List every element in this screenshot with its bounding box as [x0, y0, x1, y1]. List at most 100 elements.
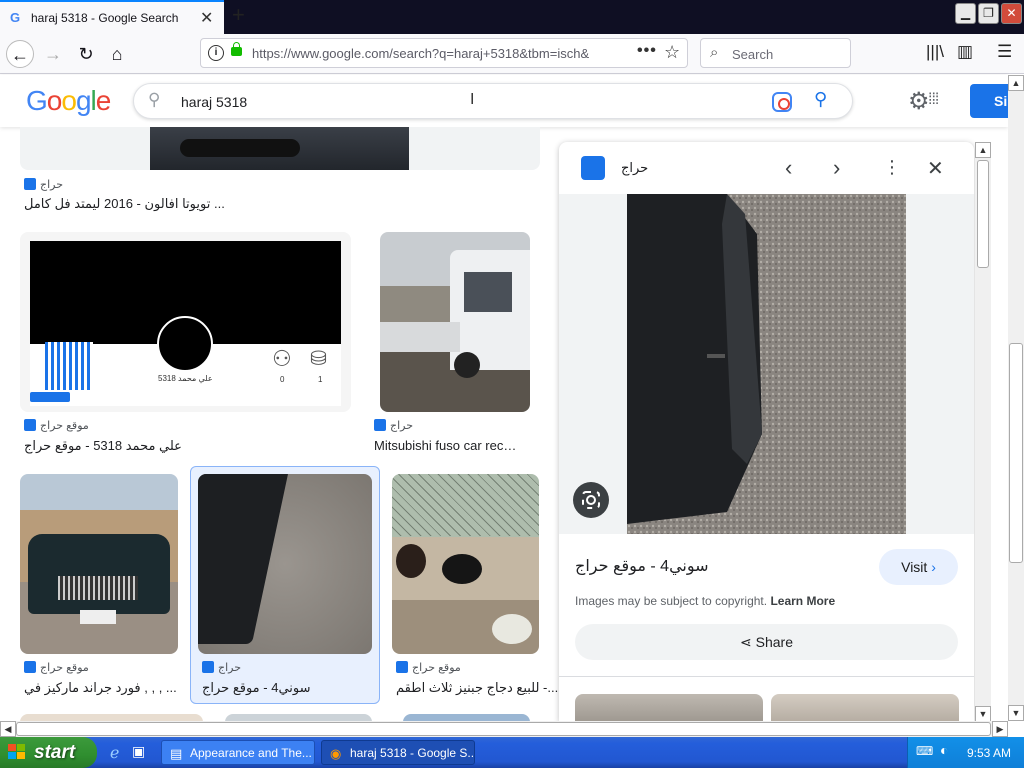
info-icon[interactable]: i — [208, 45, 224, 61]
result-image-avalon[interactable] — [20, 127, 540, 170]
stat-followers: 0 — [280, 375, 285, 384]
library-icon[interactable]: |||\ — [926, 42, 944, 62]
horizontal-scrollbar[interactable] — [0, 721, 1008, 737]
visual-search-lens-icon[interactable] — [573, 482, 609, 518]
sign-in-button[interactable]: Si — [970, 84, 1010, 118]
address-bar[interactable]: i https://www.google.com/search?q=haraj+… — [200, 38, 688, 68]
clock[interactable]: 9:53 AM — [967, 746, 1011, 760]
ads-icon: ⛁ — [310, 348, 327, 370]
bookmark-star-icon[interactable]: ☆ — [664, 42, 680, 63]
result-title[interactable]: سوني4 - موقع حراج — [202, 680, 311, 696]
search-submit-icon[interactable]: ⚲ — [814, 89, 827, 110]
tab-close-icon[interactable]: ✕ — [200, 8, 213, 28]
result-source[interactable]: حراج — [374, 419, 413, 432]
panel-scrollbar-thumb[interactable] — [977, 160, 989, 268]
haraj-favicon-icon — [24, 661, 36, 673]
page-scrollbar[interactable] — [1008, 75, 1024, 721]
menu-icon[interactable]: ☰ — [997, 42, 1012, 62]
result-image-car[interactable] — [20, 474, 178, 654]
google-lens-icon[interactable] — [772, 92, 792, 112]
window-close-button[interactable]: ✕ — [1001, 3, 1022, 24]
settings-gear-icon[interactable]: ⚙ — [908, 87, 930, 116]
result-image-profile[interactable]: علي محمد 5318 ⚇ ⛁ 0 1 — [20, 232, 351, 412]
new-tab-icon[interactable]: + — [232, 4, 245, 26]
firefox-icon: ◉ — [330, 746, 342, 761]
result-source[interactable]: موقع حراج — [396, 661, 461, 674]
page-scroll-down-icon[interactable]: ▼ — [1008, 705, 1024, 721]
search-icon: ⚲ — [148, 90, 161, 109]
browser-search-placeholder: Search — [732, 47, 774, 62]
result-title[interactable]: للبيع دجاج جبنيز ثلاث اطقم -... — [396, 680, 558, 696]
scroll-down-arrow-icon[interactable]: ▼ — [975, 706, 991, 722]
navigation-toolbar: ← → ↻ ⌂ i https://www.google.com/search?… — [0, 34, 1024, 74]
related-image[interactable] — [771, 694, 959, 722]
windows-taskbar: start ℯ ▣ ▤ Appearance and The... ◉ haraj … — [0, 737, 1024, 768]
visit-button[interactable]: Visit › — [879, 549, 958, 585]
result-source[interactable]: حراج — [202, 661, 241, 674]
panel-image-title[interactable]: سوني4 - موقع حراج — [575, 556, 709, 576]
lock-icon[interactable] — [231, 42, 242, 56]
desktop-quicklaunch-icon[interactable]: ▣ — [132, 743, 145, 760]
profile-name: علي محمد 5318 — [158, 374, 213, 383]
result-source[interactable]: حراج — [24, 178, 63, 191]
image-preview-panel: حراج ‹ › ⋮ ✕ سوني4 - موقع حراج Visit › I… — [559, 142, 974, 722]
stat-ads: 1 — [318, 375, 323, 384]
more-options-icon[interactable]: ⋮ — [883, 157, 901, 178]
google-favicon-icon: G — [10, 10, 21, 25]
page-scrollbar-thumb[interactable] — [1009, 343, 1023, 563]
related-image[interactable] — [575, 694, 763, 722]
result-image-chickens[interactable] — [392, 474, 539, 654]
scroll-up-arrow-icon[interactable]: ▲ — [975, 142, 991, 158]
taskbar-item-appearance[interactable]: ▤ Appearance and The... — [161, 740, 315, 765]
volume-icon[interactable]: ◐ — [940, 742, 948, 758]
result-image-ps4[interactable] — [198, 474, 372, 654]
back-arrow-icon[interactable]: ← — [6, 40, 34, 68]
panel-header: حراج ‹ › ⋮ ✕ — [559, 142, 974, 194]
horizontal-scrollbar-thumb[interactable] — [16, 722, 991, 736]
next-chevron-icon[interactable]: › — [833, 155, 840, 181]
apps-grid-icon[interactable]: ⁞⁞⁞ — [928, 91, 939, 109]
tab-title: haraj 5318 - Google Search — [31, 11, 179, 25]
result-source[interactable]: موقع حراج — [24, 661, 89, 674]
control-panel-icon: ▤ — [170, 746, 183, 761]
learn-more-link[interactable]: Learn More — [770, 594, 835, 608]
haraj-favicon-icon — [24, 419, 36, 431]
panel-scrollbar[interactable] — [975, 142, 991, 722]
page-scroll-up-icon[interactable]: ▲ — [1008, 75, 1024, 91]
ie-quicklaunch-icon[interactable]: ℯ — [110, 743, 119, 763]
url-text[interactable]: https://www.google.com/search?q=haraj+53… — [252, 46, 607, 61]
browser-tab[interactable]: G haraj 5318 - Google Search ✕ — [0, 0, 224, 34]
share-button[interactable]: ⋖ Share — [575, 624, 958, 660]
home-icon[interactable]: ⌂ — [103, 40, 131, 68]
share-icon: ⋖ — [740, 634, 752, 650]
google-logo[interactable]: Google — [26, 85, 111, 117]
windows-logo-icon — [8, 744, 25, 759]
haraj-favicon-icon — [24, 178, 36, 190]
result-title[interactable]: علي محمد 5318 - موقع حراج — [24, 438, 182, 454]
taskbar-item-firefox[interactable]: ◉ haraj 5318 - Google S... — [321, 740, 475, 765]
start-button[interactable]: start — [0, 737, 97, 768]
search-input[interactable]: haraj 5318 — [181, 94, 247, 110]
close-panel-icon[interactable]: ✕ — [927, 156, 944, 181]
maximize-button[interactable]: ❐ — [978, 3, 999, 24]
browser-search-box[interactable]: ⌕ Search — [700, 38, 851, 68]
result-source[interactable]: موقع حراج — [24, 419, 89, 432]
preview-image[interactable] — [627, 194, 906, 534]
keyboard-icon[interactable]: ⌨ — [916, 744, 933, 758]
reload-icon[interactable]: ↻ — [72, 40, 100, 68]
previous-chevron-icon[interactable]: ‹ — [785, 155, 792, 181]
page-actions-icon[interactable]: ••• — [637, 42, 657, 60]
minimize-button[interactable]: ▁ — [955, 3, 976, 24]
result-title[interactable]: Mitsubishi fuso car rec… — [374, 438, 516, 453]
result-image-truck[interactable] — [380, 232, 530, 412]
chevron-right-icon: › — [931, 559, 936, 575]
sidebar-icon[interactable]: ▥ — [957, 42, 973, 62]
scroll-left-arrow-icon[interactable]: ◀ — [0, 721, 16, 737]
scroll-right-arrow-icon[interactable]: ▶ — [992, 721, 1008, 737]
copyright-notice: Images may be subject to copyright. Lear… — [575, 594, 836, 608]
google-search-box[interactable]: ⚲ haraj 5318 I ⚲ — [133, 83, 853, 119]
result-title[interactable]: فورد جراند ماركيز في , , , ... — [24, 680, 177, 696]
result-title[interactable]: تويوتا افالون - 2016 ليمتد فل كامل ... — [24, 196, 225, 212]
panel-source[interactable]: حراج — [621, 160, 648, 176]
forward-arrow-icon[interactable]: → — [39, 40, 67, 68]
